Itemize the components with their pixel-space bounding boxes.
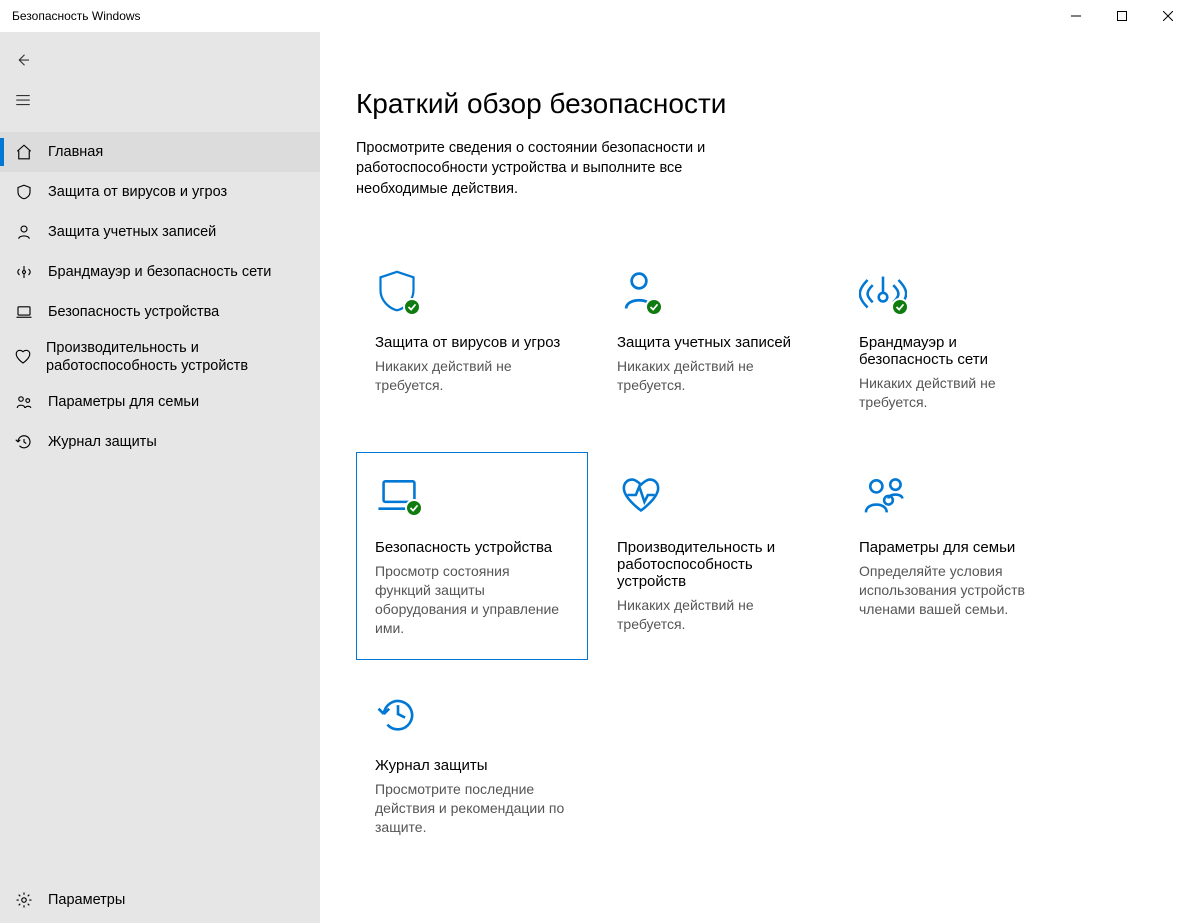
laptop-icon	[375, 473, 569, 527]
nav: Главная Защита от вирусов и угроз Защита…	[0, 132, 320, 462]
tile-title: Защита от вирусов и угроз	[375, 334, 569, 351]
tile-title: Журнал защиты	[375, 757, 569, 774]
main-content: Краткий обзор безопасности Просмотрите с…	[320, 32, 1191, 923]
tile-desc: Просмотрите последние действия и рекомен…	[375, 780, 569, 837]
nav-label: Параметры для семьи	[48, 393, 199, 411]
nav-account[interactable]: Защита учетных записей	[0, 212, 320, 252]
security-tiles: Защита от вирусов и угроз Никаких действ…	[356, 247, 1155, 866]
heart-pulse-icon	[617, 473, 811, 527]
tile-family[interactable]: Параметры для семьи Определяйте условия …	[840, 452, 1072, 661]
tile-title: Параметры для семьи	[859, 539, 1053, 556]
nav-virus[interactable]: Защита от вирусов и угроз	[0, 172, 320, 212]
network-icon	[859, 268, 1053, 322]
page-title: Краткий обзор безопасности	[356, 88, 1155, 120]
settings-label: Параметры	[48, 892, 125, 908]
home-icon	[14, 143, 34, 161]
maximize-button[interactable]	[1099, 0, 1145, 32]
tile-title: Производительность и работоспособность у…	[617, 539, 811, 590]
window-controls	[1053, 0, 1191, 32]
tile-performance[interactable]: Производительность и работоспособность у…	[598, 452, 830, 661]
network-icon	[14, 263, 34, 281]
laptop-icon	[14, 303, 34, 321]
heart-icon	[14, 348, 32, 366]
tile-title: Брандмауэр и безопасность сети	[859, 334, 1053, 368]
window-title: Безопасность Windows	[12, 9, 141, 23]
nav-label: Защита учетных записей	[48, 223, 216, 241]
nav-home[interactable]: Главная	[0, 132, 320, 172]
tile-desc: Никаких действий не требуется.	[375, 357, 569, 395]
nav-label: Защита от вирусов и угроз	[48, 183, 227, 201]
tile-desc: Никаких действий не требуется.	[617, 357, 811, 395]
tile-desc: Никаких действий не требуется.	[859, 374, 1053, 412]
nav-label: Безопасность устройства	[48, 303, 219, 321]
settings-button[interactable]: Параметры	[0, 877, 320, 923]
family-icon	[859, 473, 1053, 527]
nav-history[interactable]: Журнал защиты	[0, 422, 320, 462]
tile-desc: Просмотр состояния функций защиты оборуд…	[375, 562, 569, 638]
nav-label: Производительность и работоспособность у…	[46, 339, 308, 375]
nav-family[interactable]: Параметры для семьи	[0, 382, 320, 422]
account-icon	[14, 223, 34, 241]
shield-icon	[14, 183, 34, 201]
tile-account[interactable]: Защита учетных записей Никаких действий …	[598, 247, 830, 442]
title-bar: Безопасность Windows	[0, 0, 1191, 32]
nav-label: Брандмауэр и безопасность сети	[48, 263, 271, 281]
nav-performance[interactable]: Производительность и работоспособность у…	[0, 332, 320, 382]
nav-label: Главная	[48, 143, 103, 161]
nav-device-security[interactable]: Безопасность устройства	[0, 292, 320, 332]
tile-desc: Никаких действий не требуется.	[617, 596, 811, 634]
tile-firewall[interactable]: Брандмауэр и безопасность сети Никаких д…	[840, 247, 1072, 442]
history-icon	[375, 691, 569, 745]
nav-firewall[interactable]: Брандмауэр и безопасность сети	[0, 252, 320, 292]
back-button[interactable]	[0, 40, 320, 80]
tile-title: Безопасность устройства	[375, 539, 569, 556]
minimize-button[interactable]	[1053, 0, 1099, 32]
family-icon	[14, 393, 34, 411]
page-subtitle: Просмотрите сведения о состоянии безопас…	[356, 138, 776, 199]
sidebar: Главная Защита от вирусов и угроз Защита…	[0, 32, 320, 923]
gear-icon	[14, 891, 34, 909]
menu-button[interactable]	[0, 80, 320, 120]
close-button[interactable]	[1145, 0, 1191, 32]
tile-desc: Определяйте условия использования устрой…	[859, 562, 1053, 619]
nav-label: Журнал защиты	[48, 433, 157, 451]
shield-icon	[375, 268, 569, 322]
tile-virus[interactable]: Защита от вирусов и угроз Никаких действ…	[356, 247, 588, 442]
tile-history[interactable]: Журнал защиты Просмотрите последние дейс…	[356, 670, 588, 865]
tile-title: Защита учетных записей	[617, 334, 811, 351]
account-icon	[617, 268, 811, 322]
history-icon	[14, 433, 34, 451]
tile-device-security[interactable]: Безопасность устройства Просмотр состоян…	[356, 452, 588, 661]
